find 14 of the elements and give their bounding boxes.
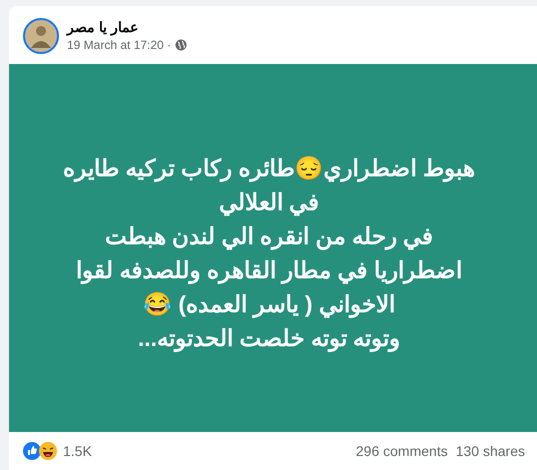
post-timestamp[interactable]: 19 March at 17:20 ·	[67, 36, 172, 54]
post-text-line: وتوته توته خلصت الحدتوته...	[138, 324, 400, 354]
avatar[interactable]	[23, 18, 59, 54]
post-text-line: هبوط اضطراري😔طائره ركاب تركيه طايره	[63, 154, 475, 184]
comments-count[interactable]: 296 comments	[356, 440, 448, 462]
post-text-line: اضطراريا في مطار القاهره وللصدفه لقوا	[76, 256, 462, 286]
reactions-count[interactable]: 1.5K	[63, 440, 92, 462]
laughing-reaction-icon[interactable]	[39, 442, 57, 460]
author-name[interactable]: عمار يا مصر	[67, 18, 138, 36]
post-text-line: الاخواني ( ياسر العمده) 😂	[143, 290, 395, 320]
post-text-line: في العلالي	[218, 188, 320, 218]
like-reaction-icon[interactable]	[23, 442, 41, 460]
post-text-line: في رحله من انقره الي لندن هبطت	[104, 222, 434, 252]
shares-count[interactable]: 130 shares	[456, 440, 525, 462]
